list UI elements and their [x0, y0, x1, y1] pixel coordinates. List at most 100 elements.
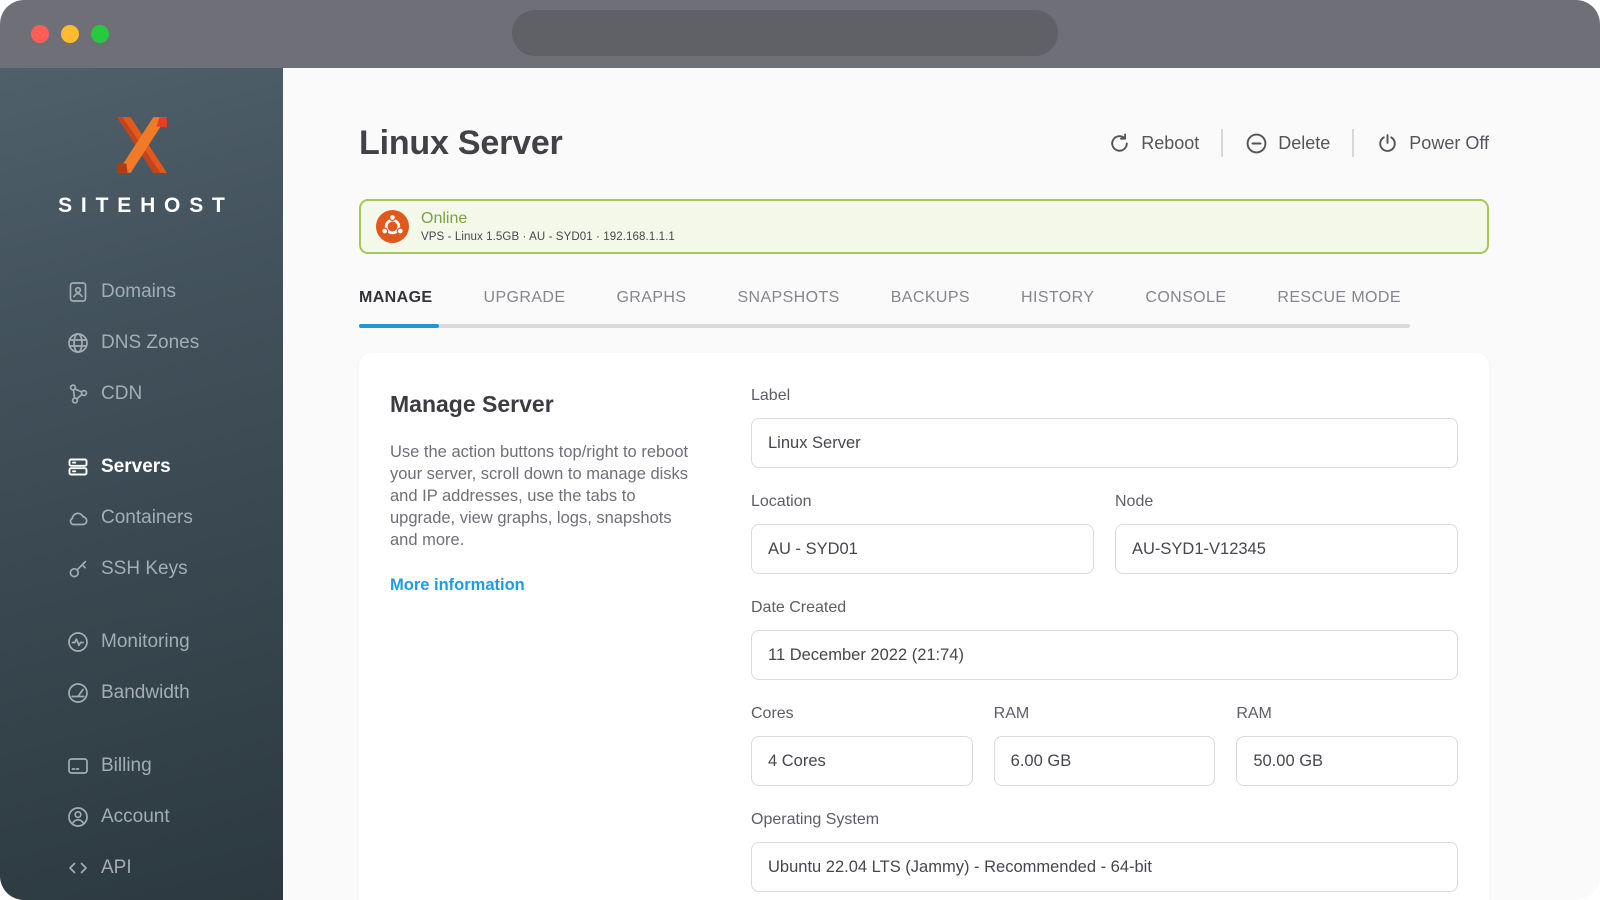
- sidebar-item-servers[interactable]: Servers: [66, 441, 283, 492]
- nav-group-compute: Servers Containers SSH Keys: [66, 441, 283, 594]
- tab-backups[interactable]: BACKUPS: [891, 289, 970, 307]
- manage-server-card: Manage Server Use the action buttons top…: [359, 353, 1489, 900]
- sidebar-item-ssh-keys[interactable]: SSH Keys: [66, 543, 283, 594]
- node-input[interactable]: [1115, 524, 1458, 574]
- sidebar-item-label: CDN: [101, 382, 143, 404]
- status-text: Online VPS - Linux 1.5GB · AU - SYD01 · …: [421, 210, 675, 243]
- label-input[interactable]: [751, 418, 1458, 468]
- delete-label: Delete: [1278, 132, 1331, 153]
- address-book-icon: [66, 280, 90, 304]
- maximize-window-button[interactable]: [91, 25, 109, 43]
- gauge-icon: [66, 681, 90, 705]
- sidebar-item-domains[interactable]: Domains: [66, 266, 283, 317]
- circle-minus-icon: [1246, 133, 1267, 153]
- sidebar-item-containers[interactable]: Containers: [66, 492, 283, 543]
- delete-button[interactable]: Delete: [1245, 132, 1330, 155]
- sidebar-item-billing[interactable]: Billing: [66, 740, 283, 791]
- ram-input[interactable]: [993, 736, 1216, 786]
- disk-input[interactable]: [1236, 736, 1458, 786]
- sidebar-item-account[interactable]: Account: [66, 791, 283, 842]
- cores-input[interactable]: [751, 736, 973, 786]
- key-icon: [66, 557, 90, 581]
- label-field-group: Label: [751, 387, 1458, 468]
- main-content: Linux Server Reboot Delete Power Off Onl…: [283, 68, 1600, 900]
- date-created-input[interactable]: [751, 630, 1458, 680]
- status-banner: Online VPS - Linux 1.5GB · AU - SYD01 · …: [359, 199, 1489, 254]
- status-state: Online: [421, 210, 468, 227]
- status-details: VPS - Linux 1.5GB · AU - SYD01 · 192.168…: [421, 231, 675, 243]
- active-tab-indicator: [359, 324, 439, 328]
- date-created-field-group: Date Created: [751, 599, 1458, 680]
- sidebar: SITEHOST Domains DNS Zones CDN Servers C…: [0, 68, 283, 900]
- sidebar-item-api[interactable]: API: [66, 842, 283, 893]
- ram-field-group: RAM: [993, 705, 1216, 786]
- tab-rail: [359, 324, 1410, 328]
- tab-upgrade[interactable]: UPGRADE: [484, 289, 566, 307]
- user-circle-icon: [66, 805, 90, 829]
- sidebar-item-label: Monitoring: [101, 630, 190, 652]
- sidebar-item-cdn[interactable]: CDN: [66, 368, 283, 419]
- sidebar-item-dns-zones[interactable]: DNS Zones: [66, 317, 283, 368]
- cores-field-label: Cores: [751, 705, 794, 722]
- nav-group-account: Billing Account API: [66, 740, 283, 893]
- tab-rescue-mode[interactable]: RESCUE MODE: [1277, 289, 1401, 307]
- sidebar-item-label: Bandwidth: [101, 681, 190, 703]
- location-field-label: Location: [751, 493, 812, 510]
- cores-field-group: Cores: [751, 705, 973, 786]
- sitehost-logo-icon: [116, 117, 167, 173]
- sidebar-item-label: DNS Zones: [101, 331, 200, 353]
- nav-group-metrics: Monitoring Bandwidth: [66, 616, 283, 718]
- more-information-link[interactable]: More information: [390, 576, 525, 595]
- traffic-lights: [31, 25, 109, 43]
- address-bar[interactable]: [512, 10, 1058, 56]
- node-field-label: Node: [1115, 493, 1154, 510]
- location-input[interactable]: [751, 524, 1094, 574]
- sidebar-item-bandwidth[interactable]: Bandwidth: [66, 667, 283, 718]
- share-nodes-icon: [66, 382, 90, 406]
- brand: SITEHOST: [0, 68, 283, 218]
- section-title: Manage Server: [390, 391, 554, 417]
- monitor-pulse-icon: [66, 630, 90, 654]
- tab-snapshots[interactable]: SNAPSHOTS: [737, 289, 839, 307]
- reboot-label: Reboot: [1141, 132, 1200, 153]
- server-icon: [66, 455, 90, 479]
- tab-history[interactable]: HISTORY: [1021, 289, 1094, 307]
- window-titlebar: [0, 0, 1600, 68]
- minimize-window-button[interactable]: [61, 25, 79, 43]
- sidebar-item-label: Containers: [101, 506, 193, 528]
- tab-bar: MANAGE UPGRADE GRAPHS SNAPSHOTS BACKUPS …: [359, 289, 1489, 307]
- sidebar-item-label: SSH Keys: [101, 557, 188, 579]
- server-details-form: Label Location Node: [751, 387, 1458, 900]
- power-off-button[interactable]: Power Off: [1376, 132, 1489, 155]
- disk-field-group: RAM: [1236, 705, 1458, 786]
- location-field-group: Location: [751, 493, 1094, 574]
- credit-card-icon: [66, 754, 90, 778]
- close-window-button[interactable]: [31, 25, 49, 43]
- node-field-group: Node: [1115, 493, 1458, 574]
- os-input[interactable]: [751, 842, 1458, 892]
- page-title: Linux Server: [359, 123, 563, 162]
- brand-name: SITEHOST: [58, 194, 234, 217]
- label-field-label: Label: [751, 387, 791, 404]
- app-window: SITEHOST Domains DNS Zones CDN Servers C…: [0, 0, 1600, 900]
- tab-console[interactable]: CONSOLE: [1145, 289, 1226, 307]
- globe-icon: [66, 331, 90, 355]
- sidebar-item-label: Servers: [101, 455, 171, 477]
- action-separator: [1221, 129, 1224, 157]
- os-field-group: Operating System: [751, 811, 1458, 892]
- reboot-button[interactable]: Reboot: [1108, 132, 1199, 155]
- reboot-icon: [1111, 133, 1128, 152]
- sidebar-item-label: API: [101, 856, 132, 878]
- action-separator: [1352, 129, 1355, 157]
- tab-manage[interactable]: MANAGE: [359, 289, 433, 307]
- sidebar-item-monitoring[interactable]: Monitoring: [66, 616, 283, 667]
- server-actions: Reboot Delete Power Off: [1108, 129, 1489, 157]
- tab-graphs[interactable]: GRAPHS: [616, 289, 686, 307]
- section-description: Use the action buttons top/right to rebo…: [390, 443, 689, 549]
- sidebar-item-label: Billing: [101, 754, 152, 776]
- ram-field-label: RAM: [993, 705, 1030, 722]
- cloud-icon: [66, 506, 90, 530]
- date-created-field-label: Date Created: [751, 599, 847, 616]
- ubuntu-logo-icon: [376, 210, 409, 243]
- sidebar-item-label: Domains: [101, 280, 176, 302]
